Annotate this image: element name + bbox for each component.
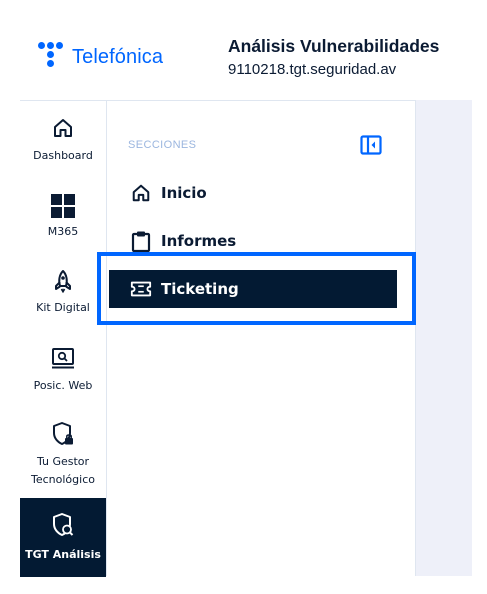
rail-label-kit-digital: Kit Digital bbox=[36, 301, 90, 314]
page-heading: Análisis Vulnerabilidades 9110218.tgt.se… bbox=[228, 36, 439, 78]
main-content bbox=[416, 100, 472, 576]
rail-item-posic-web[interactable]: Posic. Web bbox=[20, 347, 106, 395]
telefonica-logo[interactable]: Telefónica bbox=[36, 40, 163, 74]
nav-item-inicio[interactable]: Inicio bbox=[109, 174, 397, 212]
rail-label-dashboard: Dashboard bbox=[33, 149, 93, 162]
page-subtitle: 9110218.tgt.seguridad.av bbox=[228, 61, 397, 78]
app-rail: Dashboard M365 Kit Digital Posic. Web Tu… bbox=[20, 100, 106, 577]
sections-panel: SECCIONES Inicio Informes Ticketing bbox=[106, 100, 416, 576]
rail-item-kit-digital[interactable]: Kit Digital bbox=[20, 269, 106, 317]
shield-lock-icon bbox=[53, 422, 73, 445]
page-title: Análisis Vulnerabilidades bbox=[228, 36, 440, 56]
nav-label-informes: Informes bbox=[161, 232, 237, 250]
rail-item-tu-gestor-tecnologico[interactable]: Tu Gestor Tecnológico bbox=[20, 421, 106, 489]
sidebar-collapse-icon[interactable] bbox=[360, 135, 382, 155]
shield-search-icon bbox=[53, 513, 74, 536]
rail-label-m365: M365 bbox=[47, 225, 79, 238]
telefonica-logo-icon bbox=[36, 40, 72, 74]
windows-icon bbox=[51, 194, 75, 218]
rail-item-dashboard[interactable]: Dashboard bbox=[20, 117, 106, 165]
app-header: Telefónica Análisis Vulnerabilidades 911… bbox=[0, 0, 487, 100]
rail-item-m365[interactable]: M365 bbox=[20, 193, 106, 241]
rail-label-tgt-analisis: TGT Análisis bbox=[25, 548, 101, 561]
nav-label-inicio: Inicio bbox=[161, 184, 207, 202]
brand-name: Telefónica bbox=[72, 45, 164, 68]
rail-label-tu-gestor-line1: Tu Gestor bbox=[36, 455, 90, 468]
monitor-search-icon bbox=[52, 348, 74, 369]
home-icon bbox=[54, 119, 72, 137]
focus-highlight bbox=[97, 252, 416, 325]
section-label: SECCIONES bbox=[128, 139, 197, 151]
clipboard-icon bbox=[131, 231, 151, 252]
home-icon bbox=[132, 184, 150, 202]
rail-label-posic-web: Posic. Web bbox=[33, 379, 93, 392]
rail-item-tgt-analisis[interactable]: TGT Análisis bbox=[20, 498, 106, 577]
rail-label-tu-gestor-line2: Tecnológico bbox=[31, 473, 95, 486]
rocket-icon bbox=[55, 270, 71, 293]
